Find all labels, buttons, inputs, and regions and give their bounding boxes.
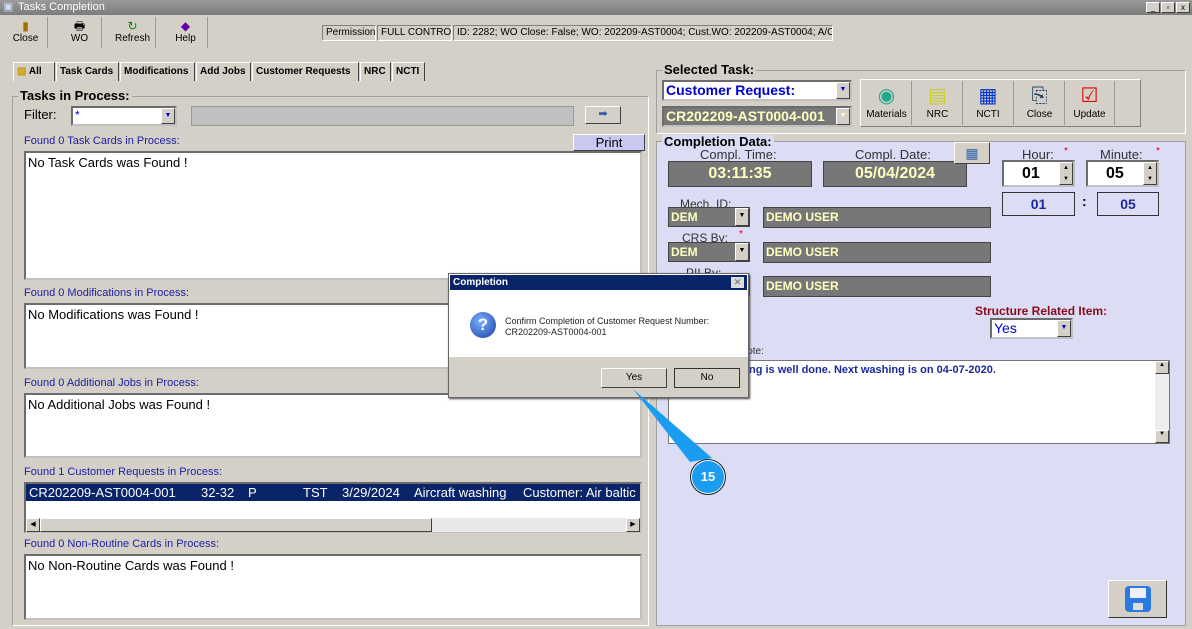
callout-tail — [633, 389, 712, 462]
callout-pointer — [633, 389, 712, 462]
step-badge: 15 — [690, 459, 726, 495]
